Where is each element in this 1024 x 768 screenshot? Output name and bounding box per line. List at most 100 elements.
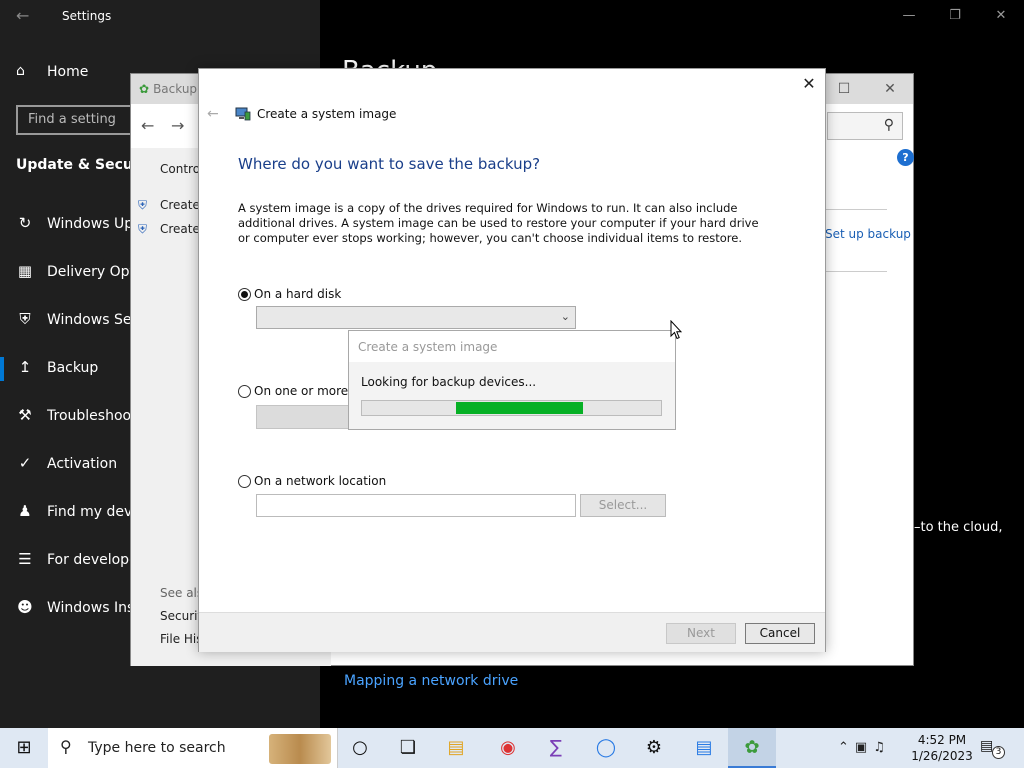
network-label: On a network location — [254, 474, 387, 488]
settings-title: Settings — [62, 9, 112, 23]
sidebar-item-activation[interactable]: ✓ Activation — [0, 445, 135, 485]
control-panel-search-input[interactable]: ⚲ — [827, 112, 903, 140]
close-icon[interactable]: ✕ — [867, 74, 913, 104]
restore-icon[interactable]: ❐ — [932, 0, 978, 32]
sidebar-item-label: Find my device — [47, 504, 133, 520]
back-arrow-icon[interactable]: ← — [16, 6, 29, 25]
backup-arrow-icon: ↥ — [18, 358, 32, 376]
sidebar-item-windows-insider[interactable]: ☻ Windows Insider Program — [0, 589, 135, 629]
cancel-button[interactable]: Cancel — [745, 623, 815, 644]
insider-icon: ☻ — [17, 598, 33, 616]
backup-icon: ✿ — [139, 82, 150, 96]
taskbar-search[interactable]: ⚲ Type here to search — [48, 728, 338, 768]
dvd-dropdown — [256, 405, 350, 429]
wrench-icon: ⚒ — [18, 406, 32, 424]
sidebar-item-label: Windows Insider Program — [47, 600, 133, 616]
browser-icon[interactable]: ◯ — [582, 728, 630, 768]
sidebar-item-for-developers[interactable]: ☰ For developers — [0, 541, 135, 581]
hard-disk-radio[interactable] — [238, 288, 251, 301]
person-icon: ♟ — [18, 502, 32, 520]
divider — [825, 271, 887, 272]
back-arrow-icon[interactable]: ← — [207, 106, 219, 122]
visual-studio-icon[interactable]: ∑ — [532, 728, 580, 768]
settings-window-controls: — ❐ ✕ — [886, 0, 1024, 32]
minimize-icon[interactable]: — — [886, 0, 932, 32]
hard-disk-dropdown[interactable]: ⌄ — [256, 306, 576, 329]
control-panel-window-controls: ☐ ✕ — [821, 74, 913, 104]
sidebar-item-windows-update[interactable]: ↻ Windows Update — [0, 205, 135, 245]
progress-title: Create a system image — [349, 331, 675, 362]
home-nav[interactable]: ⌂ Home — [16, 63, 88, 80]
dialog-heading: Where do you want to save the backup? — [238, 155, 541, 173]
close-icon[interactable]: ✕ — [978, 0, 1024, 32]
sidebar-item-label: Windows Update — [47, 216, 133, 232]
forward-arrow-icon[interactable]: → — [171, 116, 184, 135]
cortana-icon[interactable]: ○ — [336, 728, 384, 768]
delivery-icon: ▦ — [17, 262, 33, 280]
sidebar-item-label: Delivery Optimization — [47, 264, 133, 280]
sidebar-item-label: Troubleshoot — [47, 408, 133, 424]
settings-search-input[interactable]: Find a setting — [16, 105, 136, 135]
network-drive-link[interactable]: Mapping a network drive — [344, 673, 518, 689]
system-image-icon — [235, 107, 251, 121]
maximize-icon[interactable]: ☐ — [821, 74, 867, 104]
volume-icon[interactable]: ♫ — [873, 740, 891, 755]
sidebar-item-find-my-device[interactable]: ♟ Find my device — [0, 493, 135, 533]
taskbar-search-text: Type here to search — [88, 740, 226, 756]
home-icon: ⌂ — [16, 63, 25, 79]
sidebar-item-label: Windows Security — [47, 312, 133, 328]
windows-start-icon[interactable]: ⊞ — [0, 728, 48, 768]
settings-gear-icon[interactable]: ⚙ — [630, 728, 678, 768]
chevron-up-icon[interactable]: ⌃ — [838, 740, 855, 755]
sidebar-item-troubleshoot[interactable]: ⚒ Troubleshoot — [0, 397, 135, 437]
task-view-icon[interactable]: ❏ — [384, 728, 432, 768]
hard-disk-label: On a hard disk — [254, 287, 342, 301]
search-icon: ⚲ — [60, 737, 72, 756]
sidebar-item-delivery-optimization[interactable]: ▦ Delivery Optimization — [0, 253, 135, 293]
hard-disk-option[interactable]: On a hard disk — [238, 287, 341, 301]
clock-date: 1/26/2023 — [911, 749, 973, 763]
network-option[interactable]: On a network location — [238, 474, 386, 488]
select-button: Select... — [580, 494, 666, 517]
control-panel-icon[interactable]: ▤ — [680, 728, 728, 768]
system-tray: ⌃▣♫ — [838, 740, 891, 755]
network-radio[interactable] — [238, 475, 251, 488]
progress-marquee — [456, 402, 583, 414]
dialog-title: Create a system image — [257, 107, 397, 121]
search-highlight-image — [269, 734, 331, 764]
backup-app-icon[interactable]: ✿ — [728, 728, 776, 768]
dvd-radio[interactable] — [238, 385, 251, 398]
network-icon[interactable]: ▣ — [855, 740, 873, 755]
dev-icon: ☰ — [18, 550, 32, 568]
taskbar: ⊞ ⚲ Type here to search ○ ❏ ▤ ◉ ∑ ◯ ⚙ ▤ … — [0, 728, 1024, 768]
dialog-footer: Next Cancel — [199, 612, 825, 652]
clock[interactable]: 4:52 PM 1/26/2023 — [910, 732, 974, 764]
uac-shield-icon: ⛨ — [138, 222, 148, 236]
check-circle-icon: ✓ — [18, 454, 32, 472]
sidebar-item-label: Activation — [47, 456, 118, 472]
help-icon[interactable]: ? — [897, 149, 914, 166]
chevron-down-icon: ⌄ — [560, 310, 570, 323]
clock-time: 4:52 PM — [917, 733, 967, 747]
progress-bar — [361, 400, 662, 416]
set-up-backup-link[interactable]: Set up backup — [825, 227, 911, 241]
back-arrow-icon[interactable]: ← — [141, 116, 154, 135]
sync-icon: ↻ — [18, 214, 32, 232]
next-button: Next — [666, 623, 736, 644]
network-location-input[interactable] — [256, 494, 576, 517]
home-label: Home — [47, 64, 89, 80]
dialog-description: A system image is a copy of the drives r… — [238, 201, 759, 245]
file-explorer-icon[interactable]: ▤ — [432, 728, 480, 768]
chrome-icon[interactable]: ◉ — [484, 728, 532, 768]
divider — [825, 209, 887, 210]
progress-popup: Create a system image Looking for backup… — [348, 330, 676, 430]
sidebar-item-label: For developers — [47, 552, 133, 568]
sidebar-item-backup[interactable]: ↥ Backup — [0, 349, 135, 389]
sidebar-item-windows-security[interactable]: ⛨ Windows Security — [0, 301, 135, 341]
sidebar-item-label: Backup — [47, 360, 99, 376]
settings-body-text: –to the cloud, — [914, 520, 1003, 535]
close-icon[interactable]: ✕ — [793, 69, 825, 99]
shield-icon: ⛨ — [19, 310, 31, 328]
progress-message: Looking for backup devices... — [361, 375, 537, 389]
notification-icon[interactable]: ▤ 3 — [980, 738, 1008, 759]
